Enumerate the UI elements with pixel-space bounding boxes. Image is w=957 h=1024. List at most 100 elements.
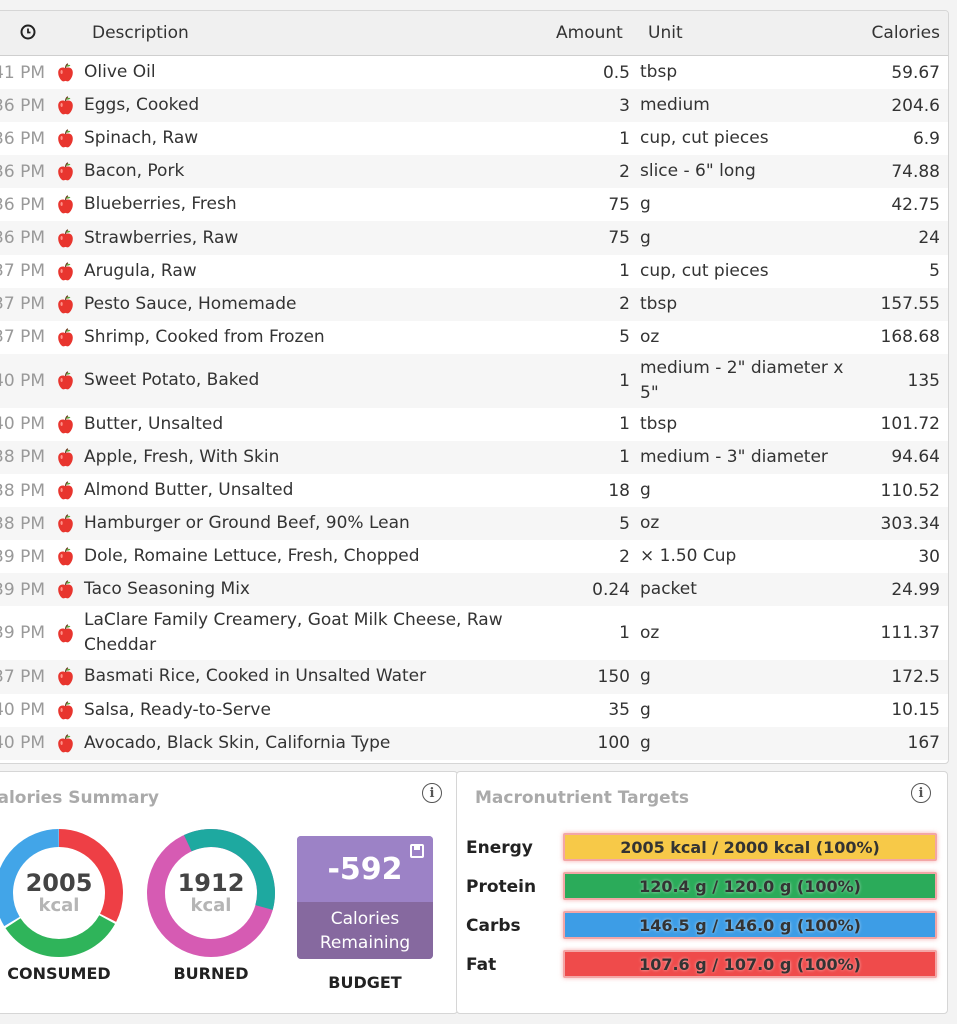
info-icon[interactable]: i [422,783,442,803]
row-amount[interactable]: 1 [531,408,630,441]
row-description: LaClare Family Creamery, Goat Milk Chees… [84,610,503,656]
row-amount[interactable]: 0.24 [531,573,630,606]
row-unit[interactable]: g [640,474,850,507]
row-unit[interactable]: cup, cut pieces [640,255,850,288]
macro-label: Carbs [466,916,521,936]
row-unit[interactable]: tbsp [640,408,850,441]
row-amount[interactable]: 5 [531,507,630,540]
column-header-amount[interactable]: Amount [556,23,623,43]
table-row[interactable]: 37 PM Basmati Rice, Cooked in Unsalted Wa… [0,660,948,694]
row-unit[interactable]: medium [640,89,850,122]
row-amount[interactable]: 75 [531,221,630,254]
table-row[interactable]: 38 PM Apple, Fresh, With Skin 1 medium - 3"… [0,440,948,475]
row-unit[interactable]: g [640,188,850,221]
row-time: 36 PM [0,161,45,182]
table-row[interactable]: 38 PM Almond Butter, Unsalted 18 g 110.52 [0,474,948,507]
row-unit[interactable]: g [640,694,850,727]
budget-label: BUDGET [328,973,402,992]
info-icon[interactable]: i [911,783,931,803]
row-amount[interactable]: 0.5 [531,56,630,89]
macro-progress-bar[interactable]: 120.4 g / 120.0 g (100%) [563,872,937,900]
row-time: 36 PM [0,228,45,249]
row-unit[interactable]: tbsp [640,56,850,89]
table-row[interactable]: 37 PM Pesto Sauce, Homemade 2 tbsp 157.55 [0,287,948,321]
row-time: 37 PM [0,261,45,282]
row-unit[interactable]: oz [640,321,850,354]
table-row[interactable]: 36 PM Eggs, Cooked 3 medium 204.6 [0,89,948,123]
row-unit[interactable]: oz [640,507,850,540]
row-calories: 24.99 [891,579,940,600]
clock-icon[interactable] [20,24,36,40]
row-unit[interactable]: medium - 2" diameter x 5" [640,354,850,408]
row-unit[interactable]: × 1.50 Cup [640,540,850,573]
row-amount[interactable]: 75 [531,188,630,221]
row-unit[interactable]: cup, cut pieces [640,122,850,155]
save-icon[interactable] [410,844,424,858]
row-description: Olive Oil [84,62,156,83]
apple-icon [55,606,75,660]
row-time: 36 PM [0,128,45,149]
row-amount[interactable]: 1 [531,606,630,660]
row-unit[interactable]: tbsp [640,288,850,321]
row-unit[interactable]: g [640,221,850,254]
column-header-description[interactable]: Description [92,23,189,43]
table-row[interactable]: 39 PM Taco Seasoning Mix 0.24 packet 24.99 [0,573,948,607]
apple-icon [55,354,75,408]
table-row[interactable]: 40 PM Sweet Potato, Baked 1medium - 2" dia… [0,353,948,408]
table-row[interactable]: 37 PM Arugula, Raw 1 cup, cut pieces 5 [0,255,948,288]
row-amount[interactable]: 3 [531,89,630,122]
row-calories: 74.88 [891,161,940,182]
row-time: 38 PM [0,480,45,501]
row-amount[interactable]: 35 [531,694,630,727]
row-amount[interactable]: 5 [531,321,630,354]
burned-label: BURNED [173,964,249,983]
macro-row-fat: Fat 107.6 g / 107.0 g (100%) [466,950,944,980]
table-row[interactable]: 41 PM Olive Oil 0.5 tbsp 59.67 [0,56,948,89]
table-row[interactable]: 38 PM Hamburger or Ground Beef, 90% Lean 5… [0,507,948,541]
table-row[interactable]: 36 PM Spinach, Raw 1 cup, cut pieces 6.9 [0,122,948,155]
table-row[interactable]: 40 PM Avocado, Black Skin, California Typ… [0,726,948,760]
column-header-calories[interactable]: Calories [872,23,940,43]
table-row[interactable]: 40 PM Salsa, Ready-to-Serve 35 g 10.15 [0,694,948,727]
row-description: Butter, Unsalted [84,413,224,434]
row-amount[interactable]: 2 [531,155,630,188]
row-calories: 172.5 [891,666,940,687]
row-unit[interactable]: medium - 3" diameter [640,441,850,474]
table-row[interactable]: 39 PM Dole, Romaine Lettuce, Fresh, Chopp… [0,540,948,573]
column-header-unit[interactable]: Unit [648,23,683,43]
row-amount[interactable]: 1 [531,255,630,288]
row-amount[interactable]: 18 [531,474,630,507]
row-unit[interactable]: g [640,660,850,693]
row-time: 37 PM [0,666,45,687]
table-row[interactable]: 36 PM Strawberries, Raw 75 g 24 [0,221,948,255]
row-time: 41 PM [0,62,45,83]
row-amount[interactable]: 1 [531,441,630,474]
table-row[interactable]: 39 PM LaClare Family Creamery, Goat Milk … [0,606,948,660]
row-amount[interactable]: 100 [531,727,630,760]
table-row[interactable]: 40 PM Butter, Unsalted 1 tbsp 101.72 [0,408,948,441]
macro-progress-bar[interactable]: 146.5 g / 146.0 g (100%) [563,911,937,939]
row-amount[interactable]: 2 [531,540,630,573]
row-unit[interactable]: g [640,727,850,760]
macro-progress-bar[interactable]: 2005 kcal / 2000 kcal (100%) [563,833,937,861]
budget-box[interactable]: -592 Calories Remaining [297,836,433,959]
row-unit[interactable]: packet [640,573,850,606]
table-row[interactable]: 36 PM Bacon, Pork 2 slice - 6" long 74.88 [0,155,948,189]
row-unit[interactable]: slice - 6" long [640,155,850,188]
row-amount[interactable]: 1 [531,354,630,408]
macronutrient-targets-panel: Macronutrient Targets i Energy 2005 kcal … [456,771,948,1014]
macro-progress-bar[interactable]: 107.6 g / 107.0 g (100%) [563,950,937,978]
row-amount[interactable]: 2 [531,288,630,321]
row-description: Dole, Romaine Lettuce, Fresh, Chopped [84,546,420,567]
row-amount[interactable]: 150 [531,660,630,693]
row-time: 40 PM [0,370,45,391]
row-calories: 110.52 [880,480,940,501]
row-calories: 168.68 [880,327,940,348]
apple-icon [55,221,75,254]
row-calories: 111.37 [880,623,940,644]
food-diary-table: Description Amount Unit Calories 41 PM Ol… [0,10,949,764]
row-unit[interactable]: oz [640,606,850,660]
row-amount[interactable]: 1 [531,122,630,155]
table-row[interactable]: 37 PM Shrimp, Cooked from Frozen 5 oz 168.68 [0,321,948,354]
table-row[interactable]: 36 PM Blueberries, Fresh 75 g 42.75 [0,188,948,221]
